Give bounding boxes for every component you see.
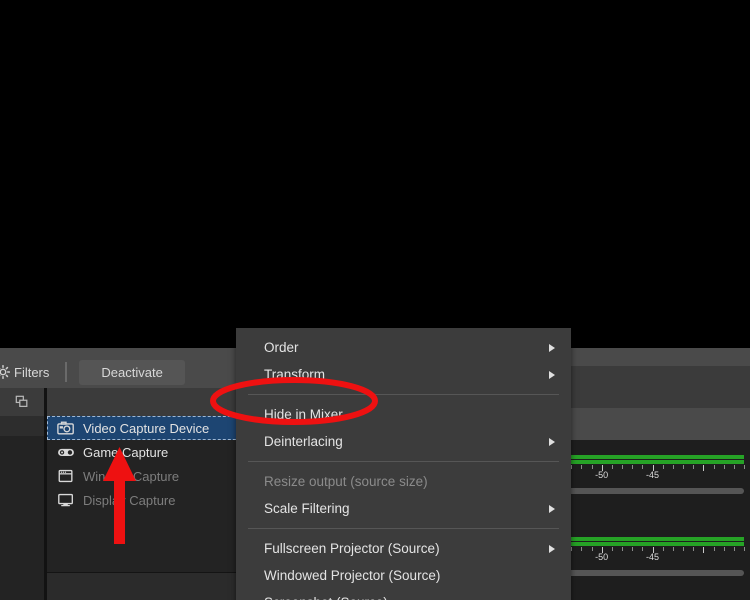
submenu-arrow-icon bbox=[549, 544, 555, 553]
menu-item-label: Resize output (source size) bbox=[264, 474, 428, 489]
monitor-icon bbox=[57, 492, 75, 508]
menu-item-label: Scale Filtering bbox=[264, 501, 350, 516]
toolbar-separator bbox=[65, 362, 68, 382]
source-name-label: Display Capture bbox=[83, 492, 176, 508]
scenes-list[interactable] bbox=[0, 416, 44, 600]
scenes-panel bbox=[0, 388, 44, 600]
menu-item[interactable]: Deinterlacing bbox=[236, 428, 571, 455]
menu-item[interactable]: Windowed Projector (Source) bbox=[236, 562, 571, 589]
menu-item[interactable]: Screenshot (Source) bbox=[236, 589, 571, 600]
meter-tick-label: -45 bbox=[645, 470, 660, 480]
lower-panels: Filters Deactivate Video Capture Device … bbox=[0, 328, 750, 600]
menu-item[interactable]: Fullscreen Projector (Source) bbox=[236, 535, 571, 562]
deactivate-button[interactable]: Deactivate bbox=[79, 359, 185, 385]
menu-item-label: Screenshot (Source) bbox=[264, 595, 388, 600]
submenu-arrow-icon bbox=[549, 504, 555, 513]
menu-item-label: Order bbox=[264, 340, 299, 355]
source-name-label: Window Capture bbox=[83, 468, 180, 484]
menu-item-label: Fullscreen Projector (Source) bbox=[264, 541, 440, 556]
meter-tick-label: -50 bbox=[595, 552, 609, 562]
gamepad-icon bbox=[57, 444, 75, 460]
menu-item-label: Transform bbox=[264, 367, 326, 382]
menu-item-label: Windowed Projector (Source) bbox=[264, 568, 441, 583]
menu-separator bbox=[248, 394, 559, 395]
duplicate-icon[interactable] bbox=[15, 395, 29, 409]
menu-separator bbox=[248, 528, 559, 529]
menu-item-label: Hide in Mixer bbox=[264, 407, 343, 422]
menu-item[interactable]: Order bbox=[236, 334, 571, 361]
meter-tick-label: -50 bbox=[595, 470, 609, 480]
menu-separator bbox=[248, 461, 559, 462]
scenes-panel-header bbox=[0, 388, 44, 416]
source-name-label: Video Capture Device bbox=[83, 420, 210, 436]
menu-item-label: Deinterlacing bbox=[264, 434, 343, 449]
menu-item[interactable]: Transform bbox=[236, 361, 571, 388]
gear-icon bbox=[0, 364, 11, 380]
window-icon bbox=[57, 468, 75, 484]
preview-canvas[interactable] bbox=[0, 0, 750, 348]
source-name-label: Game Capture bbox=[83, 444, 169, 460]
menu-item[interactable]: Scale Filtering bbox=[236, 495, 571, 522]
obs-studio-window: Filters Deactivate Video Capture Device … bbox=[0, 0, 750, 600]
menu-item[interactable]: Hide in Mixer bbox=[236, 401, 571, 428]
submenu-arrow-icon bbox=[549, 343, 555, 352]
filters-button[interactable]: Filters bbox=[0, 361, 55, 384]
menu-item: Resize output (source size) bbox=[236, 468, 571, 495]
submenu-arrow-icon bbox=[549, 370, 555, 379]
filters-button-label: Filters bbox=[14, 364, 50, 380]
submenu-arrow-icon bbox=[549, 437, 555, 446]
source-context-menu[interactable]: Order Transform Hide in Mixer Deinterlacing… bbox=[236, 328, 571, 600]
meter-tick-label: -45 bbox=[645, 552, 660, 562]
scene-item[interactable] bbox=[0, 416, 44, 436]
camera-icon bbox=[57, 420, 75, 436]
